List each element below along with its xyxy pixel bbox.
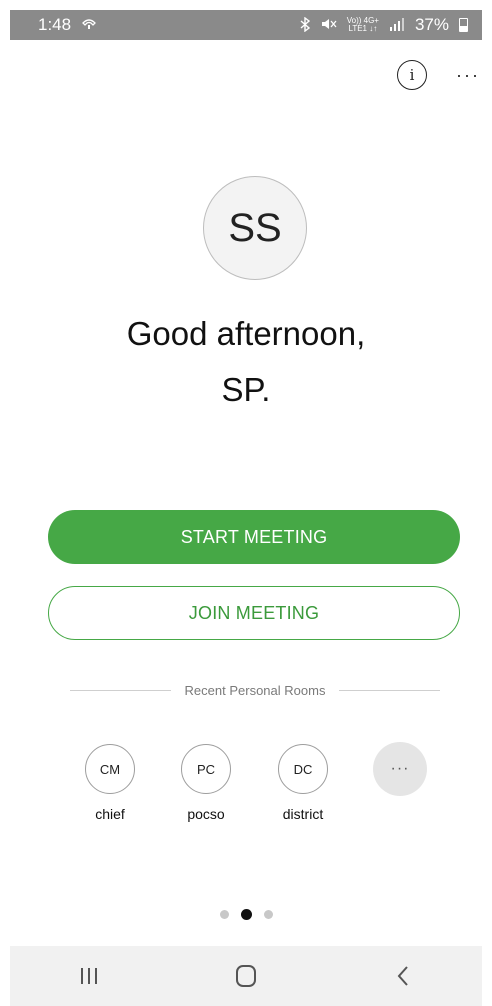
divider-right: [339, 690, 440, 691]
network-indicator: Vo)) 4G+ LTE1 ↓↑: [347, 17, 379, 33]
recents-button[interactable]: [54, 946, 124, 1006]
more-rooms-glyph: ···: [390, 760, 410, 777]
room-item-chief[interactable]: CM chief: [80, 744, 140, 822]
mute-icon: [321, 17, 337, 33]
recent-rooms-header: Recent Personal Rooms: [70, 683, 440, 698]
page-dot-active[interactable]: [240, 909, 252, 920]
room-initials: PC: [196, 761, 216, 777]
back-button[interactable]: [368, 946, 438, 1006]
app-screen: 1:48 Vo)) 4G+ LTE1 ↓↑ 37% i ··· SS Good …: [0, 0, 492, 1006]
back-icon: [397, 966, 409, 986]
join-meeting-label: JOIN MEETING: [188, 602, 320, 623]
room-initials: DC: [293, 761, 313, 777]
room-label: district: [282, 806, 324, 822]
greeting-line-2: SP.: [221, 371, 271, 408]
battery-percent: 37%: [414, 15, 449, 34]
status-left: 1:48: [38, 15, 97, 35]
page-dot[interactable]: [263, 910, 273, 919]
call-icon: [81, 17, 97, 33]
join-meeting-button[interactable]: JOIN MEETING: [48, 586, 460, 640]
room-label: chief: [95, 806, 125, 822]
divider-left: [70, 690, 171, 691]
status-bar: 1:48 Vo)) 4G+ LTE1 ↓↑ 37%: [10, 10, 482, 40]
more-rooms-icon: ···: [373, 742, 427, 796]
bluetooth-icon: [299, 16, 311, 34]
user-initials: SS: [228, 205, 282, 250]
room-avatar: PC: [181, 744, 231, 794]
status-time: 1:48: [38, 15, 72, 34]
battery-icon: [459, 18, 468, 32]
start-meeting-button[interactable]: START MEETING: [48, 510, 460, 564]
info-icon: i: [409, 66, 415, 84]
user-avatar[interactable]: SS: [203, 176, 307, 280]
room-item-district[interactable]: DC district: [273, 744, 333, 822]
room-initials: CM: [99, 761, 121, 777]
greeting-line-1: Good afternoon,: [126, 315, 366, 352]
more-options-button[interactable]: ···: [452, 60, 484, 90]
network-bottom-text: LTE1 ↓↑: [348, 24, 378, 33]
recent-rooms-list: CM chief PC pocso DC district ···: [80, 742, 430, 834]
system-nav-bar: [10, 946, 482, 1006]
signal-icon: [389, 17, 405, 33]
room-item-pocso[interactable]: PC pocso: [176, 744, 236, 822]
more-icon: ···: [456, 64, 480, 85]
info-button[interactable]: i: [397, 60, 427, 90]
page-indicator: [0, 909, 492, 920]
room-avatar: CM: [85, 744, 135, 794]
page-dot[interactable]: [219, 910, 229, 919]
recent-rooms-title: Recent Personal Rooms: [184, 683, 326, 698]
room-label: pocso: [187, 806, 225, 822]
greeting: Good afternoon, SP.: [0, 306, 492, 418]
home-icon: [235, 965, 256, 987]
room-avatar: DC: [278, 744, 328, 794]
more-rooms-button[interactable]: ···: [370, 742, 430, 796]
status-right: Vo)) 4G+ LTE1 ↓↑ 37%: [299, 15, 468, 35]
start-meeting-label: START MEETING: [180, 526, 328, 547]
home-button[interactable]: [211, 946, 281, 1006]
recents-icon: [80, 968, 97, 984]
